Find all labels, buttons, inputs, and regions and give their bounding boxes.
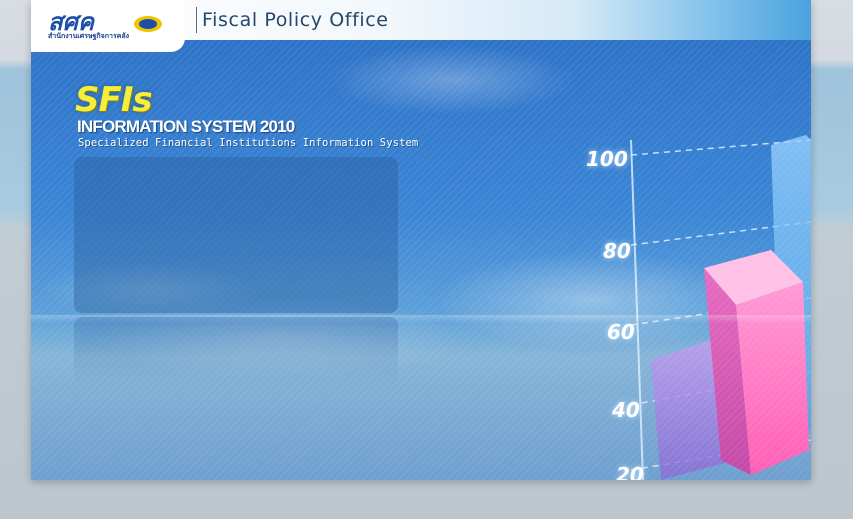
header-divider — [196, 7, 197, 33]
main-frame: สศค สำนักงานเศรษฐกิจการคลัง Fiscal Polic… — [31, 0, 811, 480]
brand-title: SFIs — [75, 80, 153, 120]
system-subtitle: Specialized Financial Institutions Infor… — [78, 137, 419, 149]
content-panel-reflection — [74, 317, 398, 387]
page-title: Fiscal Policy Office — [202, 9, 389, 31]
logo-caption: สำนักงานเศรษฐกิจการคลัง — [48, 32, 130, 40]
system-title: INFORMATION SYSTEM 2010 — [77, 117, 295, 136]
logo-tab[interactable]: สศค สำนักงานเศรษฐกิจการคลัง — [31, 0, 185, 52]
banner-stage: 100 80 60 40 20 SFIs INFORMATION SYSTEM … — [31, 40, 811, 480]
content-panel — [74, 157, 398, 313]
